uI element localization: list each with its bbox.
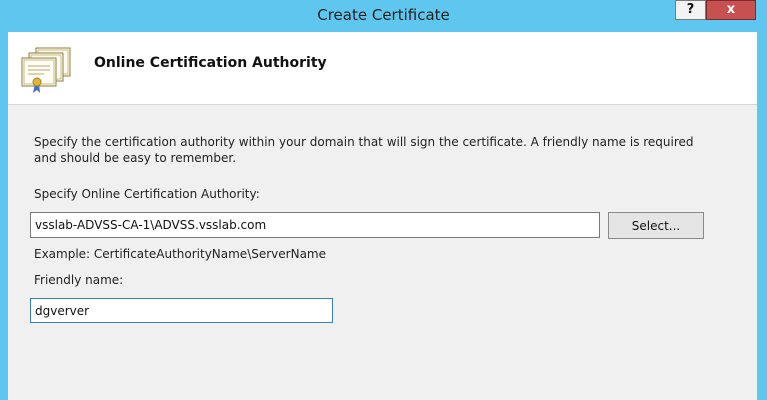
dialog-body: Online Certification Authority Specify t…: [8, 32, 757, 400]
certificate-icon: [16, 46, 74, 94]
close-button[interactable]: x: [706, 0, 756, 20]
select-button[interactable]: Select...: [608, 212, 704, 239]
header-title: Online Certification Authority: [94, 55, 327, 71]
wizard-header: Online Certification Authority: [8, 32, 757, 105]
description-text: Specify the certification authority with…: [34, 135, 694, 165]
certification-authority-input[interactable]: [30, 212, 600, 238]
window-title: Create Certificate: [317, 6, 450, 24]
example-text: Example: CertificateAuthorityName\Server…: [34, 247, 326, 261]
ca-label: Specify Online Certification Authority:: [34, 187, 260, 201]
wizard-content: Specify the certification authority with…: [8, 105, 757, 400]
title-bar[interactable]: Create Certificate ? x: [0, 0, 767, 32]
friendly-name-label: Friendly name:: [34, 273, 124, 287]
friendly-name-input[interactable]: [30, 298, 333, 323]
help-button[interactable]: ?: [675, 0, 706, 20]
